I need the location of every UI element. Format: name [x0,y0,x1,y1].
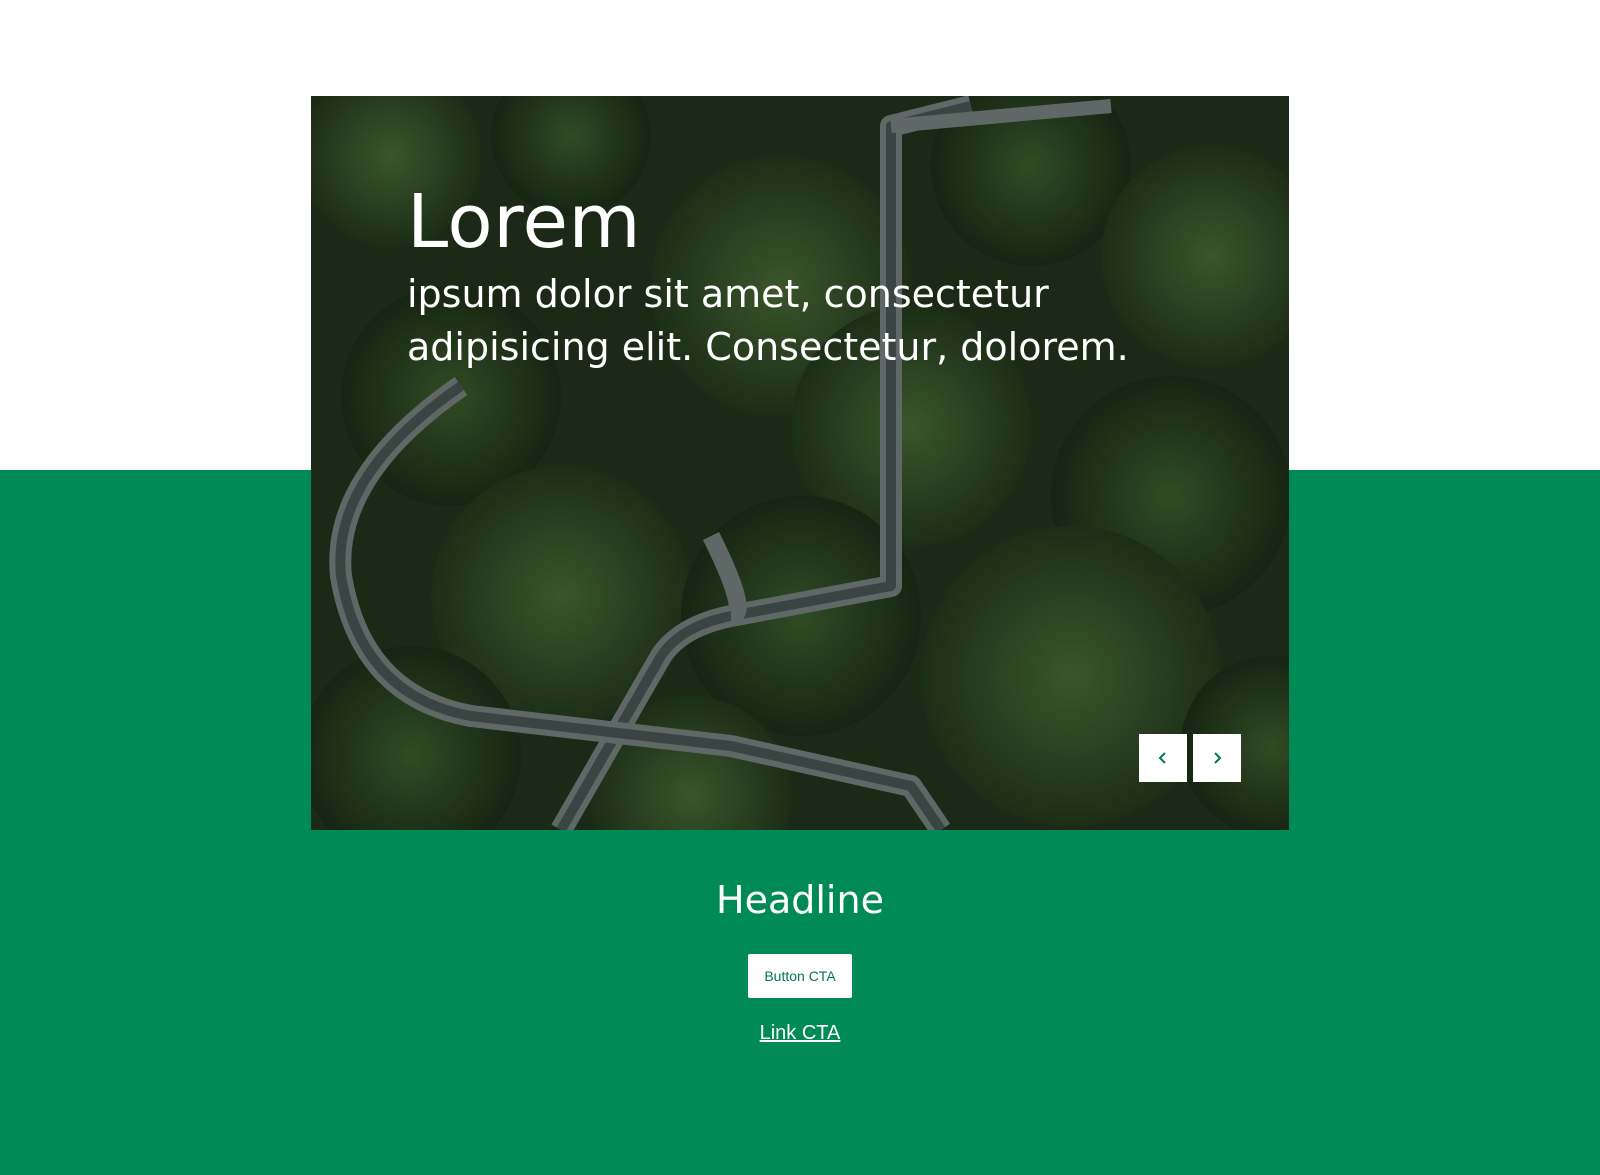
section-headline: Headline [716,878,884,922]
page: Lorem ipsum dolor sit amet, consectetur … [0,0,1600,1175]
hero-text-block: Lorem ipsum dolor sit amet, consectetur … [407,179,1167,374]
chevron-left-icon [1158,752,1166,764]
previous-slide-button[interactable] [1139,734,1187,782]
button-cta[interactable]: Button CTA [748,954,852,998]
cta-section: Headline Button CTA Link CTA [0,870,1600,1045]
hero-subtitle: ipsum dolor sit amet, consectetur adipis… [407,271,1129,369]
hero-title: Lorem [407,179,642,265]
carousel-controls [1139,734,1241,782]
chevron-right-icon [1214,752,1222,764]
link-cta[interactable]: Link CTA [0,1022,1600,1045]
next-slide-button[interactable] [1193,734,1241,782]
hero-carousel: Lorem ipsum dolor sit amet, consectetur … [311,96,1289,830]
